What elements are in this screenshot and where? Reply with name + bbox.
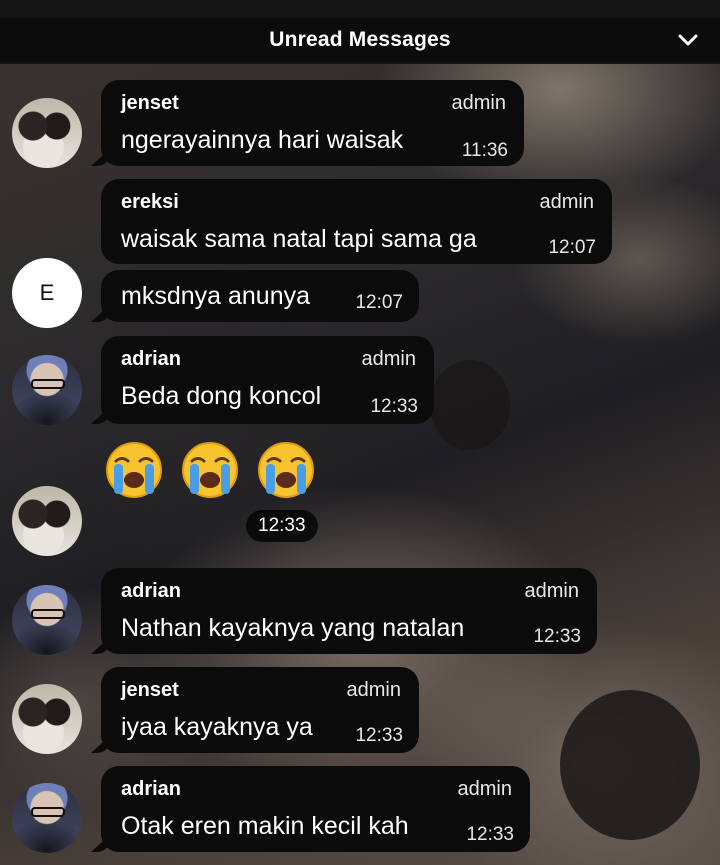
message-time: 12:33 [466, 824, 514, 845]
message-bubble[interactable]: mksdnya anunya 12:07 [101, 270, 419, 322]
loudly-crying-face-icon [106, 442, 162, 498]
message-sender[interactable]: jenset [121, 679, 179, 702]
chevron-down-icon[interactable] [674, 26, 702, 54]
message-sender[interactable]: adrian [121, 580, 181, 603]
message-time: 12:33 [370, 396, 418, 417]
glasses-shape [31, 807, 65, 817]
loudly-crying-face-icon [258, 442, 314, 498]
avatar-e[interactable]: E [12, 258, 82, 328]
avatar-adrian[interactable] [12, 783, 82, 853]
message-time: 12:07 [548, 237, 596, 258]
avatar-adrian[interactable] [12, 355, 82, 425]
message-time: 12:33 [533, 626, 581, 647]
avatar-adrian[interactable] [12, 585, 82, 655]
avatar-jenset[interactable] [12, 98, 82, 168]
unread-messages-title: Unread Messages [269, 28, 451, 51]
loudly-crying-face-icon [182, 442, 238, 498]
wallpaper-paw-shape [560, 690, 700, 840]
message-sender[interactable]: adrian [121, 778, 181, 801]
glasses-shape [31, 379, 65, 389]
top-header: Unread Messages [0, 0, 720, 64]
message-time: 12:07 [355, 292, 403, 313]
message-text: Otak eren makin kecil kah [121, 812, 409, 840]
emoji-message[interactable] [104, 440, 316, 500]
message-text: iyaa kayaknya ya [121, 713, 313, 741]
sender-role: admin [457, 778, 512, 800]
sender-role: admin [539, 191, 594, 213]
wallpaper-paw-shape [430, 360, 510, 450]
message-time: 12:33 [355, 725, 403, 746]
message-bubble[interactable]: adrian admin Otak eren makin kecil kah 1… [101, 766, 530, 852]
message-text: Beda dong koncol [121, 382, 322, 410]
message-text: Nathan kayaknya yang natalan [121, 614, 465, 642]
message-text: waisak sama natal tapi sama ga [121, 225, 477, 253]
avatar-jenset[interactable] [12, 684, 82, 754]
message-bubble[interactable]: adrian admin Nathan kayaknya yang natala… [101, 568, 597, 654]
message-sender[interactable]: adrian [121, 348, 181, 371]
sender-role: admin [451, 92, 506, 114]
message-bubble[interactable]: jenset admin ngerayainnya hari waisak 11… [101, 80, 524, 166]
message-time: 11:36 [461, 140, 508, 161]
sender-role: admin [524, 580, 579, 602]
message-text: mksdnya anunya [121, 282, 311, 310]
message-text: ngerayainnya hari waisak [121, 126, 404, 154]
message-sender[interactable]: jenset [121, 92, 179, 115]
sender-role: admin [361, 348, 416, 370]
message-bubble[interactable]: ereksi admin waisak sama natal tapi sama… [101, 179, 612, 264]
glasses-shape [31, 609, 65, 619]
message-bubble[interactable]: adrian admin Beda dong koncol 12:33 [101, 336, 434, 424]
sender-role: admin [346, 679, 401, 701]
avatar-jenset[interactable] [12, 486, 82, 556]
avatar-letter: E [39, 280, 55, 305]
unread-messages-bar[interactable]: Unread Messages [0, 18, 720, 62]
message-sender[interactable]: ereksi [121, 191, 179, 214]
message-time: 12:33 [258, 515, 306, 536]
emoji-message-time: 12:33 [246, 510, 318, 542]
message-bubble[interactable]: jenset admin iyaa kayaknya ya 12:33 [101, 667, 419, 753]
